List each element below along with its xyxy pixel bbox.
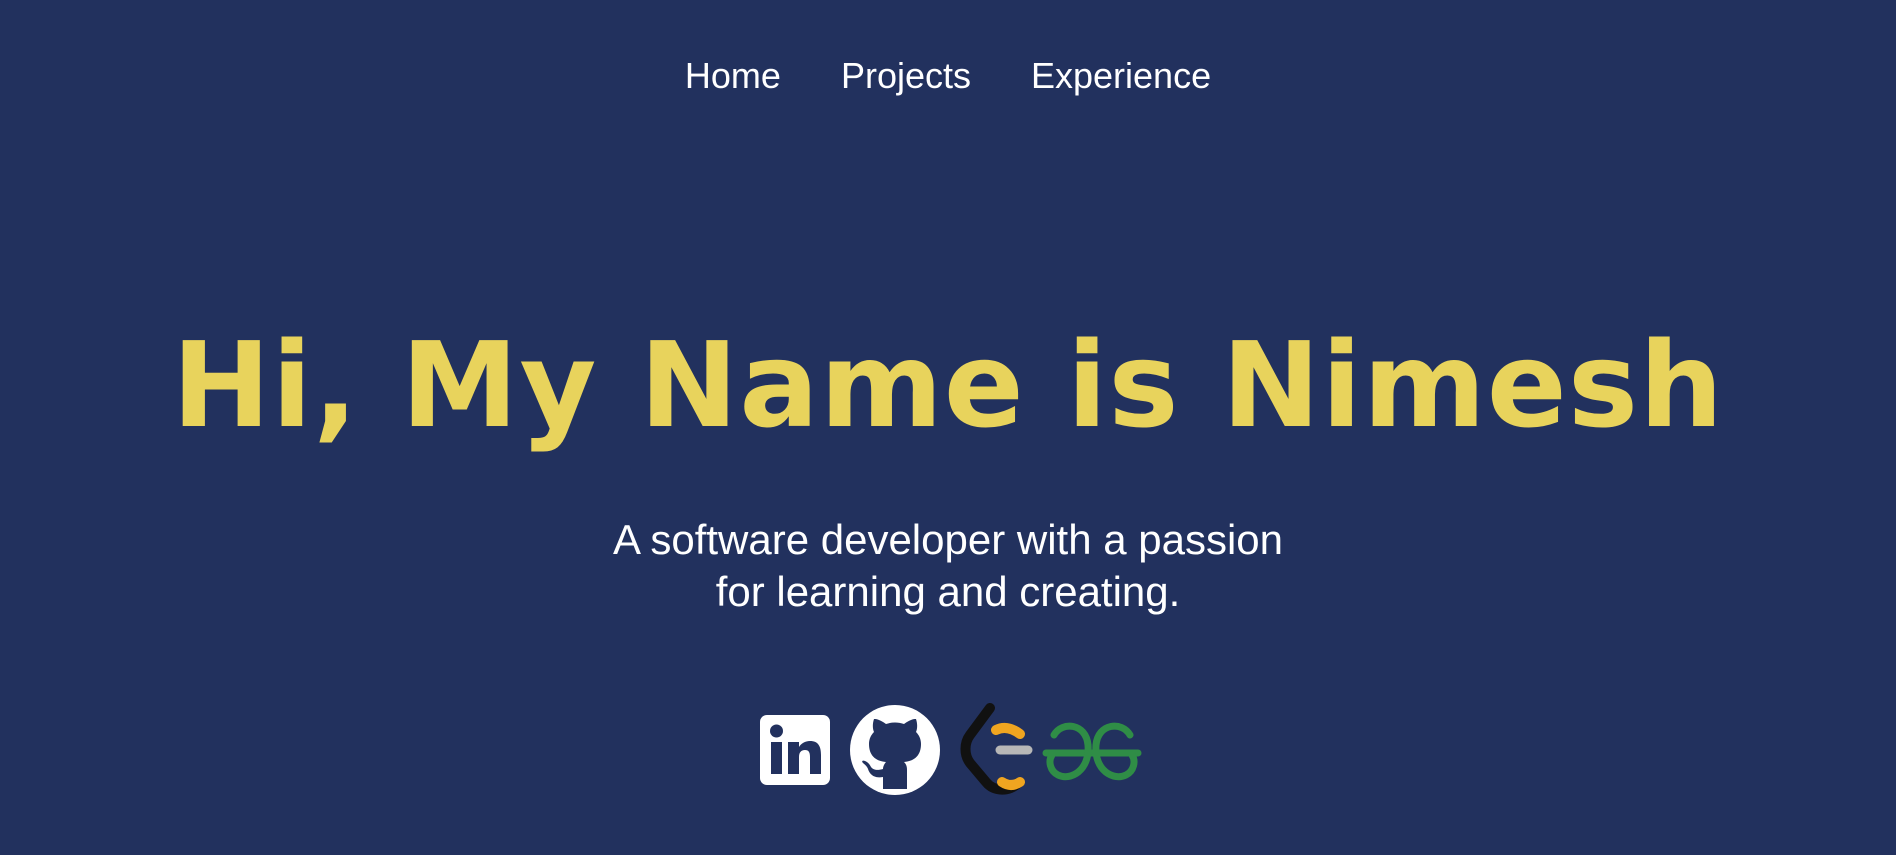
linkedin-link[interactable]: [760, 715, 830, 785]
nav-projects-link[interactable]: Projects: [841, 52, 971, 100]
nav-experience-link[interactable]: Experience: [1031, 52, 1211, 100]
github-icon: [850, 705, 940, 795]
geeksforgeeks-link[interactable]: [1042, 715, 1142, 785]
hero-tagline: A software developer with a passion for …: [0, 514, 1896, 618]
leetcode-link[interactable]: [960, 702, 1040, 798]
leetcode-icon: [960, 703, 1033, 795]
github-link[interactable]: [850, 705, 940, 795]
geeksforgeeks-icon: [1042, 722, 1142, 780]
social-links: [760, 700, 1142, 800]
tagline-line-2: for learning and creating.: [715, 568, 1181, 615]
nav-home-link[interactable]: Home: [685, 52, 781, 100]
linkedin-icon: [760, 715, 830, 785]
top-nav: Home Projects Experience: [0, 52, 1896, 100]
hero-title: Hi, My Name is Nimesh: [171, 316, 1725, 454]
tagline-line-1: A software developer with a passion: [612, 516, 1284, 563]
